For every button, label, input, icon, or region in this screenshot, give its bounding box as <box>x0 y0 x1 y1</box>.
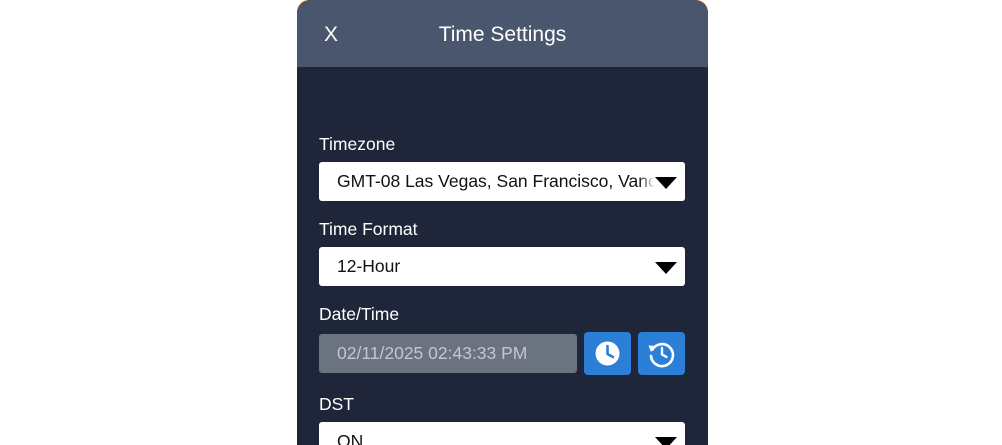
clock-icon <box>595 341 620 366</box>
time-settings-dialog: X Time Settings Timezone GMT-08 Las Vega… <box>297 0 708 445</box>
time-format-label: Time Format <box>319 219 418 239</box>
timezone-label: Timezone <box>319 134 396 154</box>
date-time-field: 02/11/2025 02:43:33 PM <box>319 334 577 373</box>
dst-label: DST <box>319 394 354 414</box>
dst-selected-value: ON <box>337 431 364 445</box>
dialog-title: Time Settings <box>438 23 567 46</box>
dialog-header: X Time Settings <box>297 0 708 67</box>
set-time-button[interactable] <box>584 332 631 375</box>
dst-select[interactable]: ON <box>319 422 685 445</box>
timezone-select[interactable]: GMT-08 Las Vegas, San Francisco, Vancouv… <box>319 162 685 201</box>
chevron-down-icon <box>655 262 677 274</box>
sync-time-button[interactable] <box>638 332 685 375</box>
date-time-label: Date/Time <box>319 304 400 324</box>
time-format-select[interactable]: 12-Hour <box>319 247 685 286</box>
chevron-down-icon <box>655 177 677 189</box>
sync-time-icon <box>648 342 675 368</box>
time-format-selected-value: 12-Hour <box>337 256 401 276</box>
timezone-selected-value: GMT-08 Las Vegas, San Francisco, Vancouv… <box>337 171 685 191</box>
chevron-down-icon <box>655 437 677 445</box>
